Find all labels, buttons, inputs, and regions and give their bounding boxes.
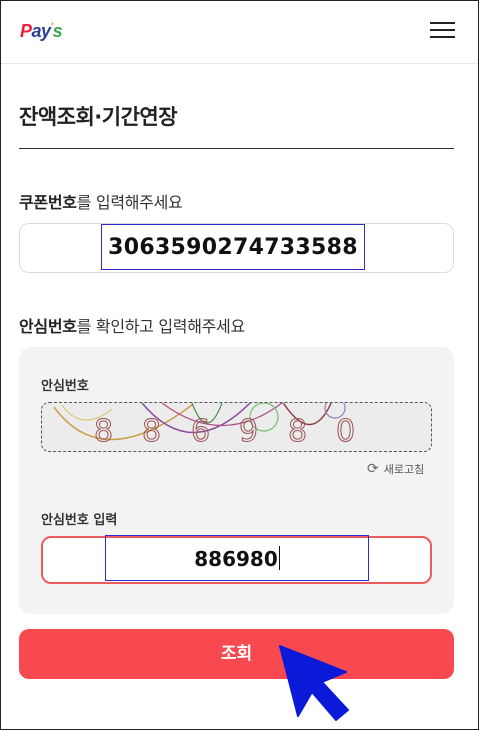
security-input-label: 안심번호 입력 <box>41 513 118 528</box>
captcha-digit: 8 <box>142 414 161 449</box>
captcha-label: 안심번호 <box>41 379 89 394</box>
header: Pay's <box>1 1 478 64</box>
hamburger-menu-icon[interactable] <box>430 21 456 41</box>
title-divider <box>19 148 454 149</box>
text-caret <box>278 546 280 570</box>
coupon-number-value[interactable]: 3063590274733588 <box>101 224 365 270</box>
security-label-bold: 안심번호 <box>19 317 77 336</box>
security-label-rest: 를 확인하고 입력해주세요 <box>76 317 246 336</box>
security-number-value[interactable]: 886980 <box>105 535 369 581</box>
page-title: 잔액조회·기간연장 <box>19 105 178 129</box>
refresh-captcha-button[interactable]: ⟳ 새로고침 <box>367 461 424 477</box>
captcha-digit: 8 <box>288 414 307 449</box>
security-number-text: 886980 <box>194 547 278 571</box>
mouse-pointer-icon <box>279 645 349 721</box>
captcha-image: 8 8 6 9 8 0 <box>41 402 432 452</box>
captcha-digit: 8 <box>94 414 113 449</box>
captcha-digit: 0 <box>336 414 355 449</box>
pays-logo[interactable]: Pay's <box>20 21 63 42</box>
refresh-icon: ⟳ <box>367 461 379 477</box>
coupon-label-rest: 를 입력해주세요 <box>76 193 183 212</box>
captcha-digit: 6 <box>191 414 210 449</box>
submit-button[interactable]: 조회 <box>19 629 454 679</box>
refresh-label: 새로고침 <box>383 463 425 476</box>
captcha-noise: 8 8 6 9 8 0 <box>53 403 356 450</box>
coupon-label: 쿠폰번호를 입력해주세요 <box>19 189 183 213</box>
security-label: 안심번호를 확인하고 입력해주세요 <box>19 313 245 337</box>
captcha-digit: 9 <box>239 414 258 449</box>
coupon-label-bold: 쿠폰번호 <box>19 193 77 212</box>
